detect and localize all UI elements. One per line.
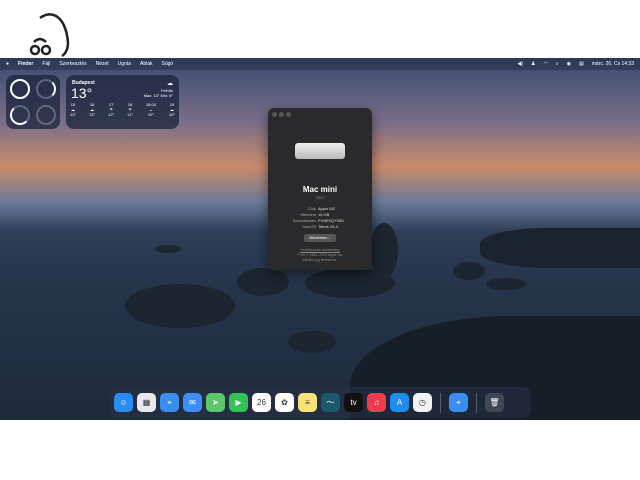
dock-app-music[interactable]: ♫ xyxy=(367,393,386,412)
menu-file[interactable]: Fájl xyxy=(42,61,50,67)
dock-app-facetime[interactable]: ▶ xyxy=(229,393,248,412)
freeform-icon: 〜 xyxy=(326,398,335,407)
hour-forecast: 18 ☂ 11° xyxy=(127,102,133,117)
photos-icon: ✿ xyxy=(281,398,288,407)
safari-icon: ⌖ xyxy=(167,397,172,407)
weather-temp: 13° xyxy=(71,85,93,101)
dock-app-launchpad[interactable]: ▦ xyxy=(137,393,156,412)
menu-view[interactable]: Nézet xyxy=(96,61,109,67)
mac-mini-image xyxy=(295,143,345,159)
search-icon[interactable]: ⌕ xyxy=(556,61,559,67)
dock-app-finder[interactable]: ☺ xyxy=(114,393,133,412)
control-center-icon[interactable]: ▤ xyxy=(579,61,584,67)
dock-app-maps[interactable]: ➤ xyxy=(206,393,225,412)
zoom-button[interactable] xyxy=(286,112,291,117)
dock-app-clock[interactable]: ◷ xyxy=(413,393,432,412)
menu-bar: ● Finder Fájl Szerkesztés Nézet Ugrás Ab… xyxy=(0,58,640,70)
menu-window[interactable]: Ablak xyxy=(140,61,153,67)
tv-icon: tv xyxy=(350,398,357,407)
spec-row: macOS Tahoe 26.4 xyxy=(302,224,338,229)
dock-separator xyxy=(476,392,477,413)
dock-app-mail[interactable]: ✉ xyxy=(183,393,202,412)
about-this-mac-window: Mac mini 2023 Chip Apple M2 Memória 16 GB … xyxy=(268,108,372,270)
volume-icon[interactable]: ◀) xyxy=(517,61,523,67)
spec-row: Sorozatszám FVNE0QY90D xyxy=(292,218,345,223)
regulatory-link[interactable]: Szabályozási tanúsítvány xyxy=(268,248,372,252)
dock-app-safari-downloads[interactable]: ⌖ xyxy=(449,393,468,412)
apple-menu-icon[interactable]: ● xyxy=(6,61,9,67)
apple-face-logo xyxy=(29,13,70,58)
dock-app-calendar[interactable]: 26 xyxy=(252,393,271,412)
finder-icon: ☺ xyxy=(119,398,128,407)
dock-separator xyxy=(440,392,441,413)
launchpad-icon: ▦ xyxy=(142,398,151,407)
cloud-icon: ☁ xyxy=(167,81,173,87)
calendar-icon: 26 xyxy=(257,398,266,407)
trash-icon: 🗑 xyxy=(489,398,500,407)
hour-forecast: 19 ☁ 10° xyxy=(168,102,175,117)
rights-text: Minden jog fenntartva. xyxy=(302,258,338,262)
siri-icon[interactable]: ◉ xyxy=(567,61,571,67)
user-icon[interactable]: ♟ xyxy=(531,61,535,67)
dock-app-freeform[interactable]: 〜 xyxy=(321,393,340,412)
hour-forecast: 15 ☁ 13° xyxy=(70,102,77,117)
notes-icon: ≡ xyxy=(305,398,310,407)
clock-text[interactable]: márc. 26. Cs 14:33 xyxy=(592,61,634,67)
hour-forecast: 17 ☂ 12° xyxy=(108,102,115,117)
copyright-text: ™ és © 1983–2026 Apple Inc. xyxy=(296,253,344,257)
facetime-icon: ▶ xyxy=(235,398,242,407)
clock-icon: ◷ xyxy=(419,398,426,407)
desktop: ● Finder Fájl Szerkesztés Nézet Ugrás Ab… xyxy=(0,58,640,420)
menu-edit[interactable]: Szerkesztés xyxy=(59,61,86,67)
spec-row: Memória 16 GB xyxy=(300,212,330,217)
dock-app-app-store[interactable]: A xyxy=(390,393,409,412)
close-button[interactable] xyxy=(272,112,277,117)
minimize-button[interactable] xyxy=(279,112,284,117)
wifi-icon[interactable]: ◠ xyxy=(543,61,547,67)
dock-app-tv[interactable]: tv xyxy=(344,393,363,412)
dock-app-photos[interactable]: ✿ xyxy=(275,393,294,412)
spec-row: Chip Apple M2 xyxy=(307,206,335,211)
app-store-icon: A xyxy=(396,398,403,407)
menu-go[interactable]: Ugrás xyxy=(118,61,131,67)
model-title: Mac mini xyxy=(302,185,338,194)
dock-app-safari[interactable]: ⌖ xyxy=(160,393,179,412)
maps-icon: ➤ xyxy=(212,398,219,407)
weather-widget[interactable]: Budapest 13° ☁ Felhős Max: 13° Min: 6° 1… xyxy=(66,75,179,129)
music-icon: ♫ xyxy=(373,398,380,407)
menu-help[interactable]: Súgó xyxy=(162,61,174,67)
mail-icon: ✉ xyxy=(189,398,196,407)
weather-range: Max: 13° Min: 6° xyxy=(143,93,173,98)
more-info-button[interactable]: Bővebben... xyxy=(304,234,336,242)
hour-forecast: 18:04 ◒ 10° xyxy=(145,102,156,117)
dock: ☺ ▦ ⌖ ✉ ➤ ▶ 26 ✿ ≡ 〜 tv ♫ A ◷ ⌖ 🗑 xyxy=(109,387,531,418)
safari-downloads-icon: ⌖ xyxy=(456,397,461,407)
hour-forecast: 16 ☁ 13° xyxy=(89,102,96,117)
menu-app-name[interactable]: Finder xyxy=(18,61,33,67)
dock-app-trash[interactable]: 🗑 xyxy=(485,393,504,412)
dock-app-notes[interactable]: ≡ xyxy=(298,393,317,412)
batteries-widget[interactable] xyxy=(6,75,60,129)
model-year: 2023 xyxy=(315,195,325,200)
